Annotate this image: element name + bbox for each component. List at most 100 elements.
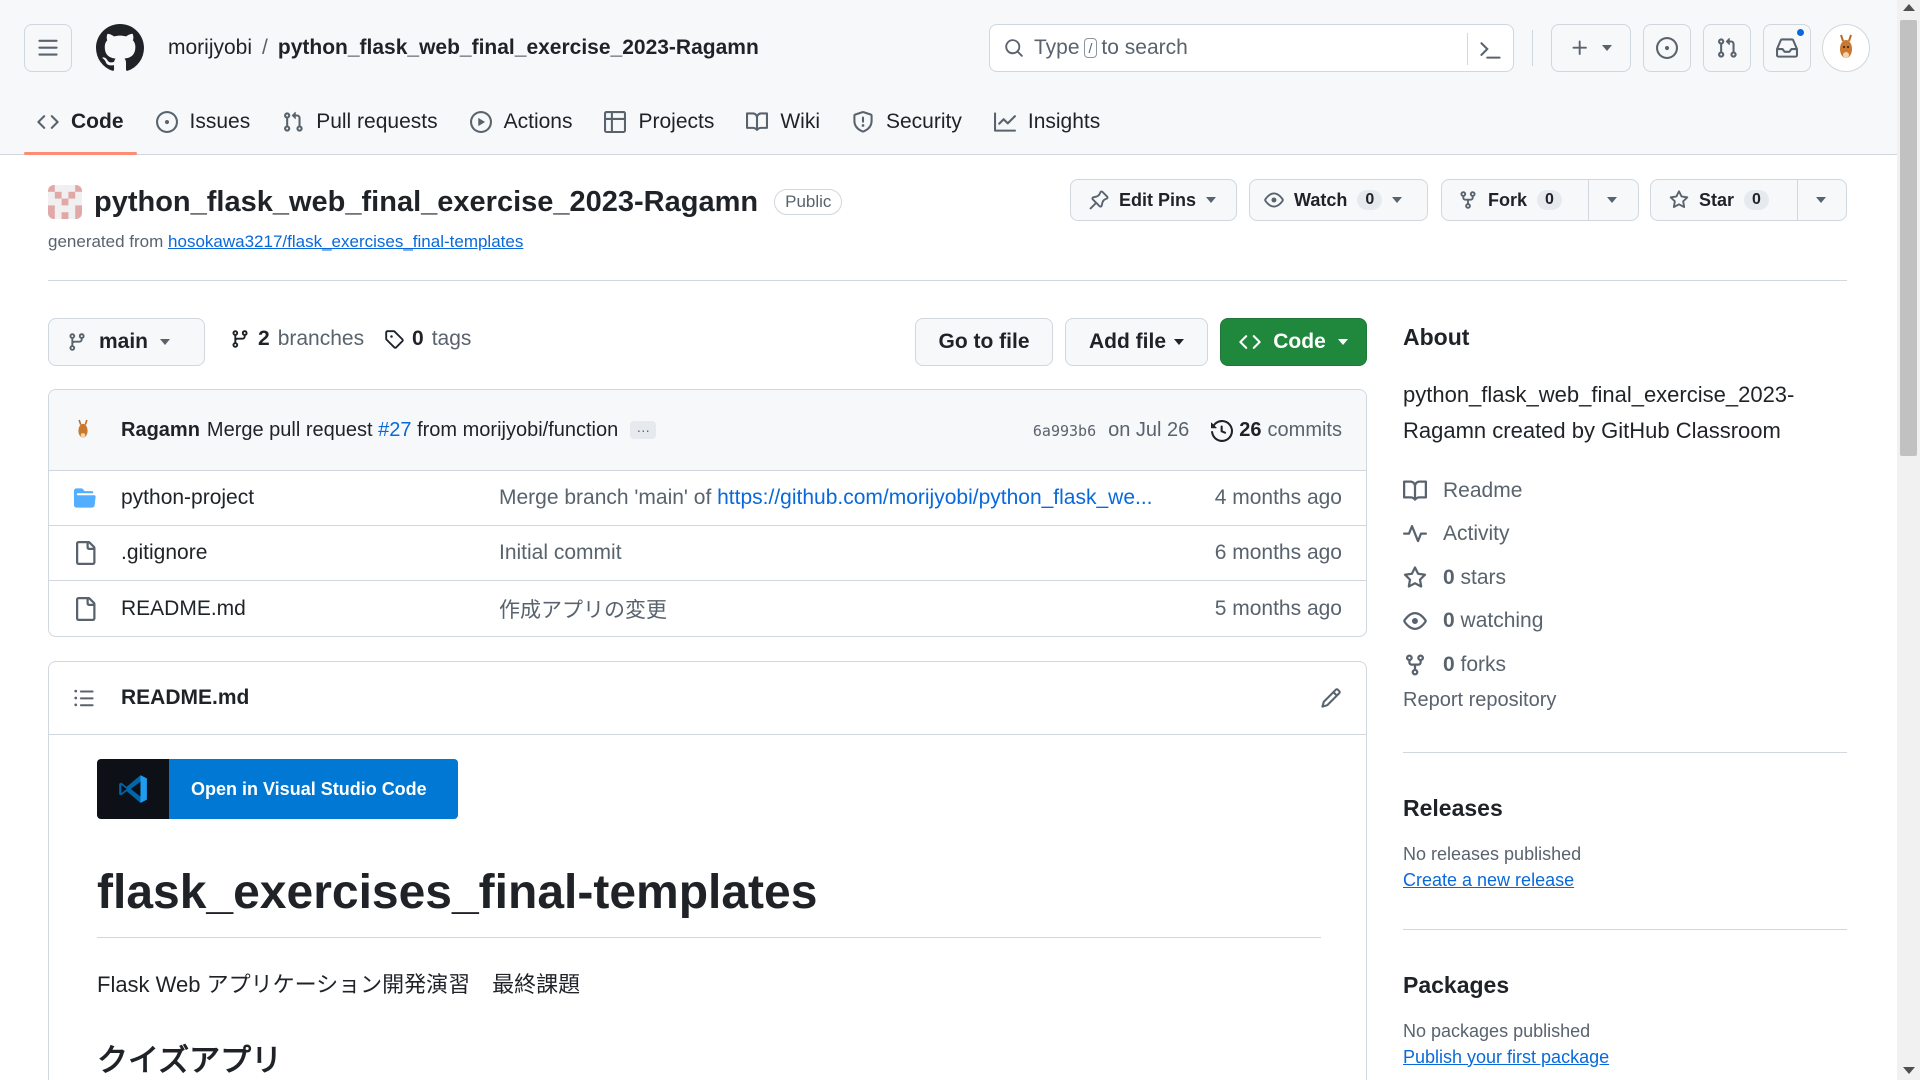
add-file-button[interactable]: Add file (1065, 318, 1208, 366)
activity-link[interactable]: Activity (1403, 513, 1847, 557)
star-icon (1669, 190, 1689, 209)
search-input[interactable]: Type / to search (989, 24, 1514, 72)
commits-history-link[interactable]: 26 commits (1211, 419, 1342, 442)
deer-avatar-icon (1840, 34, 1852, 58)
star-dropdown[interactable] (1797, 180, 1844, 220)
edit-pins-button[interactable]: Edit Pins (1070, 179, 1237, 221)
readme-filename[interactable]: README.md (121, 686, 249, 710)
tab-pull-requests[interactable]: Pull requests (269, 100, 450, 144)
releases-title[interactable]: Releases (1403, 795, 1847, 822)
file-commit-message[interactable]: 作成アプリの変更 (499, 594, 1219, 624)
expand-commit-button[interactable]: … (630, 420, 657, 439)
readme-heading-1: flask_exercises_final-templates (97, 866, 818, 919)
commit-pr-link[interactable]: #27 (378, 419, 411, 442)
scroll-up-arrow-icon[interactable] (1903, 4, 1915, 11)
create-new-button[interactable] (1551, 24, 1631, 72)
tab-insights[interactable]: Insights (981, 100, 1113, 144)
stars-link[interactable]: 0 stars (1403, 556, 1847, 600)
branch-icon (232, 330, 248, 348)
publish-package-link[interactable]: Publish your first package (1403, 1047, 1847, 1068)
tab-label: Security (886, 110, 962, 133)
file-row[interactable]: .gitignore Initial commit 6 months ago (49, 526, 1366, 581)
file-commit-message-link[interactable]: https://github.com/morijyobi/python_flas… (717, 486, 1152, 509)
header-divider (1532, 30, 1533, 66)
tab-projects[interactable]: Projects (591, 100, 727, 144)
readme-header: README.md (49, 662, 1366, 735)
chevron-down-icon (1816, 197, 1826, 203)
tags-link[interactable]: 0 tags (384, 327, 471, 351)
forks-link[interactable]: 0 forks (1403, 643, 1847, 687)
about-links: Readme Activity 0 stars 0 watching 0 for… (1403, 469, 1847, 687)
list-unordered-icon[interactable] (73, 687, 95, 709)
branch-name: main (99, 330, 149, 353)
readme-paragraph: Flask Web アプリケーション開発演習 最終課題 (97, 972, 581, 997)
open-in-vscode-button[interactable]: Open in Visual Studio Code (97, 759, 458, 819)
commit-message-pre[interactable]: Merge pull request (207, 419, 373, 442)
issues-button[interactable] (1643, 24, 1691, 72)
user-avatar-button[interactable] (1822, 24, 1870, 72)
commit-date: on Jul 26 (1108, 419, 1190, 441)
tab-label: Insights (1027, 110, 1101, 133)
chevron-down-icon (1607, 197, 1617, 203)
file-name[interactable]: .gitignore (121, 541, 207, 565)
scroll-down-arrow-icon[interactable] (1903, 1067, 1915, 1074)
generated-from: generated from hosokawa3217/flask_exerci… (48, 232, 523, 252)
menu-button[interactable] (24, 24, 72, 72)
watch-counter: 0 (1357, 190, 1383, 210)
tab-issues[interactable]: Issues (143, 100, 264, 144)
pencil-icon[interactable] (1320, 687, 1342, 709)
history-icon (1211, 419, 1234, 442)
heading-divider (48, 280, 1847, 281)
go-to-file-button[interactable]: Go to file (915, 318, 1053, 366)
readme-link[interactable]: Readme (1403, 469, 1847, 513)
branches-link[interactable]: 2 branches (230, 327, 364, 351)
pull-requests-button[interactable] (1703, 24, 1751, 72)
commit-author-avatar[interactable] (69, 416, 97, 444)
commits-label: commits (1267, 419, 1342, 441)
pull-request-icon (1718, 37, 1737, 58)
file-commit-message[interactable]: Merge branch 'main' of https://github.co… (499, 486, 1219, 510)
watching-link[interactable]: 0 watching (1403, 600, 1847, 644)
inbox-button[interactable] (1763, 24, 1811, 72)
file-name[interactable]: README.md (121, 597, 246, 621)
tab-code[interactable]: Code (24, 100, 137, 155)
file-name[interactable]: python-project (121, 486, 254, 510)
file-row[interactable]: python-project Merge branch 'main' of ht… (49, 471, 1366, 526)
star-button[interactable]: Star 0 (1650, 179, 1847, 221)
github-logo-link[interactable] (96, 24, 144, 72)
branches-label: branches (277, 327, 365, 350)
tab-security[interactable]: Security (839, 100, 975, 144)
forks-count: 0 (1443, 652, 1455, 676)
file-age: 6 months ago (1214, 541, 1342, 564)
code-icon (37, 115, 59, 129)
fork-button[interactable]: Fork 0 (1441, 179, 1639, 221)
packages-title[interactable]: Packages (1403, 972, 1847, 999)
code-button[interactable]: Code (1220, 318, 1367, 366)
template-repo-link[interactable]: hosokawa3217/flask_exercises_final-templ… (168, 232, 523, 251)
tab-wiki[interactable]: Wiki (733, 100, 833, 144)
readme-panel: README.md Open in Visual Studio Code fla… (48, 661, 1367, 1080)
commit-sha[interactable]: 6a993b6 (1033, 422, 1096, 440)
create-release-link[interactable]: Create a new release (1403, 870, 1847, 891)
file-row[interactable]: README.md 作成アプリの変更 5 months ago (49, 581, 1366, 636)
repo-title[interactable]: python_flask_web_final_exercise_2023-Rag… (94, 186, 758, 219)
graph-icon (993, 112, 1016, 132)
tab-actions[interactable]: Actions (457, 100, 586, 144)
watch-button[interactable]: Watch 0 (1249, 179, 1428, 221)
branch-selector[interactable]: main (48, 318, 205, 366)
eye-icon (1403, 612, 1427, 631)
repo-link[interactable]: python_flask_web_final_exercise_2023-Rag… (278, 36, 759, 60)
owner-link[interactable]: morijyobi (168, 36, 252, 60)
book-icon (1403, 480, 1427, 501)
vscode-logo-icon (97, 759, 169, 819)
play-icon (469, 111, 492, 133)
fork-dropdown[interactable] (1588, 180, 1635, 220)
terminal-icon (1479, 42, 1501, 59)
file-commit-message[interactable]: Initial commit (499, 541, 1219, 565)
commit-author[interactable]: Ragamn (121, 419, 200, 442)
command-palette-button[interactable] (1467, 33, 1513, 65)
scrollbar-thumb[interactable] (1900, 20, 1917, 456)
page-scrollbar[interactable] (1897, 0, 1920, 1080)
commit-message-post[interactable]: from morijyobi/function (417, 419, 618, 442)
report-repository-link[interactable]: Report repository (1403, 689, 1847, 712)
